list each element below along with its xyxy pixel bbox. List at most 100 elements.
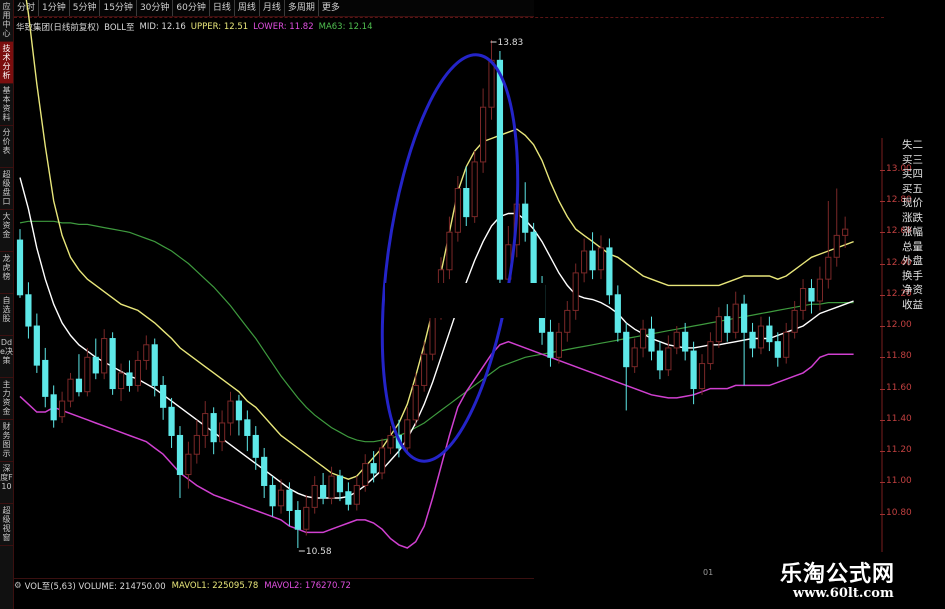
candle-body	[757, 325, 765, 349]
candle-body	[101, 338, 108, 374]
candle-body	[143, 344, 150, 361]
candle-body	[320, 484, 327, 499]
candle-body	[749, 331, 756, 349]
candle-body	[589, 250, 596, 271]
candle-body	[665, 347, 672, 371]
candle-body	[816, 278, 823, 302]
candle-body	[202, 413, 209, 436]
candle-body	[176, 434, 184, 476]
candle-body	[75, 378, 83, 393]
candle-body	[92, 356, 99, 374]
candle-body	[378, 447, 386, 474]
candle-body	[741, 303, 748, 333]
candle-body	[261, 456, 268, 486]
candle-body	[151, 344, 158, 386]
candle-body	[547, 331, 554, 358]
candle-body	[50, 394, 57, 421]
candle-body	[370, 463, 377, 474]
candle-body	[581, 250, 588, 274]
candle-body	[446, 231, 453, 271]
mavol2-value: MAVOL2: 176270.72	[264, 581, 351, 591]
candle-body	[572, 272, 579, 311]
candle-body	[471, 161, 478, 218]
candle-body	[353, 484, 360, 505]
candle-body	[488, 59, 495, 108]
scale-tick-mark	[880, 294, 885, 296]
candle-body	[724, 316, 731, 333]
candle-body	[690, 350, 697, 390]
candlestick-chart[interactable]: 13.83 10.58 01	[0, 0, 945, 609]
candle-body	[791, 309, 798, 333]
scale-tick-label: 12.00	[886, 320, 912, 331]
candle-body	[421, 353, 428, 386]
candle-body	[362, 463, 369, 486]
candle-body	[185, 453, 192, 476]
scale-tick-mark	[880, 388, 885, 390]
mavol1-value: MAVOL1: 225095.78	[171, 581, 259, 591]
candle-body	[842, 228, 849, 236]
info-row-10: 净资	[902, 284, 923, 296]
boll-mid-line	[19, 177, 854, 499]
quote-info-panel: 失二 买三 买四 买五 现价 涨跌 涨幅 总量 外盘 换手 净资 收益	[902, 138, 945, 312]
candle-body	[429, 313, 436, 355]
candle-body	[715, 316, 722, 343]
scale-tick-mark	[880, 513, 885, 515]
scale-tick-label: 11.20	[886, 445, 912, 456]
candle-body	[235, 400, 243, 421]
candle-body	[336, 475, 344, 493]
candle-body	[227, 400, 234, 424]
info-row-8: 外盘	[902, 255, 923, 267]
candle-body	[193, 434, 200, 455]
candle-body	[614, 294, 621, 333]
high-annotation: 13.83	[498, 38, 524, 48]
candle-body	[210, 413, 217, 443]
candle-body	[16, 239, 24, 296]
volume-value[interactable]: VOL至(5,63) VOLUME: 214750.00	[25, 580, 166, 592]
scale-tick-mark	[880, 419, 885, 421]
scale-tick-mark	[880, 451, 885, 453]
candle-body	[648, 328, 655, 352]
scale-tick-mark	[880, 232, 885, 234]
info-row-7: 总量	[902, 240, 923, 253]
candle-body	[117, 372, 125, 390]
candle-body	[673, 331, 680, 349]
volume-header: ⚙ VOL至(5,63) VOLUME: 214750.00 MAVOL1: 2…	[14, 578, 534, 593]
info-row-1: 买三	[902, 153, 923, 166]
candle-body	[412, 384, 419, 421]
overlay-band	[385, 283, 545, 318]
watermark-title: 乐淘公式网	[780, 561, 896, 587]
scale-tick-label: 11.60	[886, 382, 912, 393]
candle-body	[496, 59, 504, 280]
gear-icon[interactable]: ⚙	[14, 581, 22, 591]
scale-tick-label: 10.80	[886, 507, 912, 518]
candle-body	[463, 187, 470, 218]
info-row-9: 换手	[902, 269, 923, 282]
scale-tick-mark	[880, 263, 885, 265]
candle-body	[294, 509, 301, 530]
candle-body	[160, 384, 167, 408]
info-row-0: 失二	[902, 139, 923, 151]
info-row-5: 涨跌	[902, 211, 923, 224]
scale-tick-mark	[880, 326, 885, 328]
info-row-6: 涨幅	[902, 226, 923, 238]
candle-body	[42, 359, 49, 397]
candle-body	[808, 288, 815, 302]
candle-body	[286, 489, 293, 511]
candle-body	[277, 489, 285, 507]
candle-body	[218, 422, 226, 443]
candle-body	[639, 328, 647, 349]
candle-body	[168, 406, 175, 436]
candle-body	[126, 372, 133, 386]
candle-body	[555, 331, 562, 358]
candle-body	[134, 359, 141, 386]
candle-body	[25, 294, 32, 327]
candle-body	[109, 338, 116, 390]
candle-body	[522, 203, 529, 233]
candle-body	[597, 247, 605, 271]
candle-body	[244, 419, 251, 436]
scale-tick-mark	[880, 357, 885, 359]
candle-body	[84, 356, 91, 393]
candle-body	[311, 484, 318, 508]
scale-tick-mark	[880, 200, 885, 202]
scale-tick-label: 11.00	[886, 476, 912, 487]
